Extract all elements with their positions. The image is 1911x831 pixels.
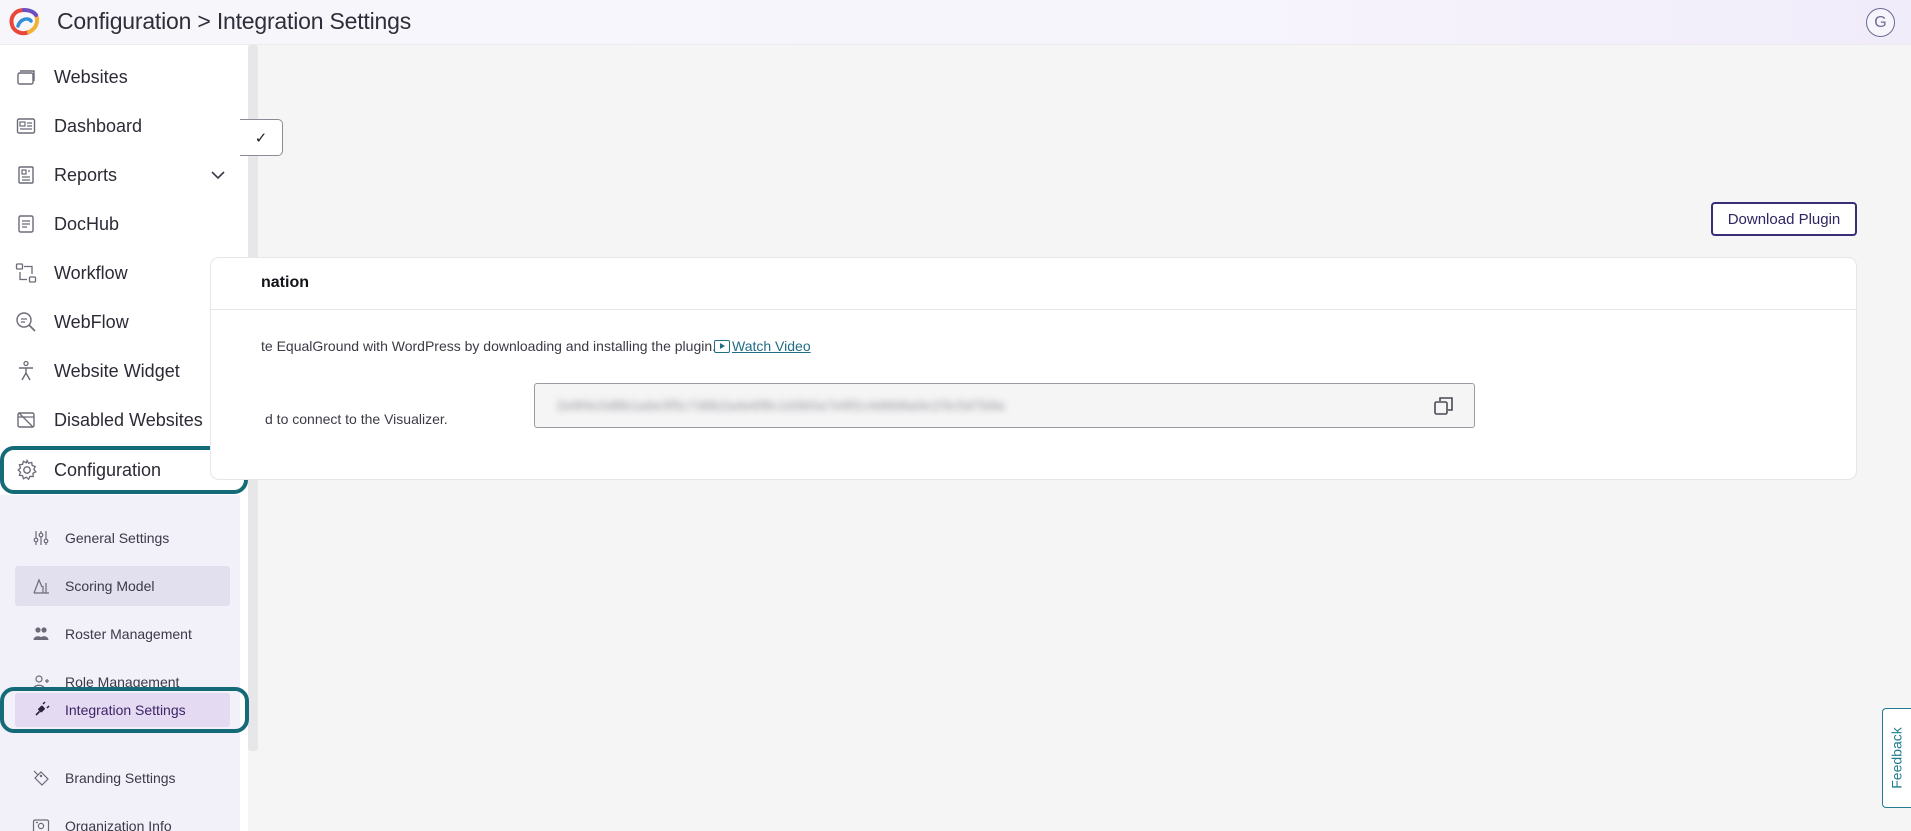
submenu-item-label: General Settings (65, 530, 170, 546)
sidebar-item-label: Website Widget (54, 360, 180, 381)
chevron-down-icon[interactable] (208, 165, 228, 185)
submenu-item-organization-info[interactable]: Organization Info (15, 806, 230, 831)
api-key-value: 2e9f4c0d8b1a6e3f5c7d9b2a4e6f8c1d3b5a7e9f… (557, 398, 1006, 413)
sidebar-item-dashboard[interactable]: Dashboard (0, 104, 248, 148)
submenu-item-label: Organization Info (65, 818, 172, 831)
api-key-field[interactable]: 2e9f4c0d8b1a6e3f5c7d9b2a4e6f8c1d3b5a7e9f… (534, 383, 1475, 428)
sidebar-item-reports[interactable]: Reports (0, 153, 248, 197)
integration-card: nation te EqualGround with WordPress by … (210, 257, 1857, 480)
websites-icon (15, 66, 37, 88)
feedback-label: Feedback (1889, 727, 1906, 789)
copy-icon[interactable] (1433, 395, 1455, 417)
active-item-highlight: Integration Settings (0, 687, 249, 733)
key-hint: d to connect to the Visualizer. (265, 411, 448, 427)
submenu-item-scoring-model[interactable]: Scoring Model (15, 566, 230, 606)
submenu-item-label: Integration Settings (65, 702, 186, 718)
watch-video-label: Watch Video (732, 338, 811, 354)
submenu-item-roster-management[interactable]: Roster Management (15, 614, 230, 654)
sidebar-item-label: Disabled Websites (54, 409, 203, 430)
submenu-item-label: Roster Management (65, 626, 192, 642)
submenu-item-integration-settings[interactable]: Integration Settings (15, 693, 230, 727)
card-title: nation (261, 274, 309, 291)
sidebar-item-label: Websites (54, 66, 128, 87)
organization-icon (32, 817, 50, 831)
branding-icon (32, 769, 50, 787)
widget-icon (15, 360, 37, 382)
card-header: nation (211, 258, 1856, 310)
submenu-item-label: Branding Settings (65, 770, 176, 786)
scoring-icon (32, 577, 50, 595)
feedback-tab[interactable]: Feedback (1882, 708, 1911, 808)
webflow-icon (15, 311, 37, 333)
submenu-item-label: Scoring Model (65, 578, 155, 594)
sidebar-item-label: Configuration (54, 459, 162, 480)
dashboard-icon (15, 115, 37, 137)
sidebar-item-label: Workflow (54, 262, 128, 283)
submenu-item-general-settings[interactable]: General Settings (15, 518, 230, 558)
reports-icon (15, 164, 37, 186)
download-plugin-button[interactable]: Download Plugin (1711, 202, 1857, 236)
watch-video-link[interactable]: Watch Video (714, 338, 811, 354)
workflow-icon (15, 262, 37, 284)
video-icon (714, 339, 730, 353)
submenu-item-branding-settings[interactable]: Branding Settings (15, 758, 230, 798)
sidebar-item-websites[interactable]: Websites (0, 55, 248, 99)
page-title: Configuration > Integration Settings (57, 8, 412, 34)
disabled-websites-icon (15, 409, 37, 431)
plug-icon (32, 701, 50, 719)
sidebar-item-dochub[interactable]: DocHub (0, 202, 248, 246)
sidebar-item-label: DocHub (54, 213, 120, 234)
sidebar-item-label: Dashboard (54, 115, 143, 136)
check-icon: ✓ (254, 129, 268, 147)
gear-icon (16, 459, 38, 481)
top-bar: Configuration > Integration Settings G (0, 0, 1911, 45)
sliders-icon (32, 529, 50, 547)
sidebar-item-label: WebFlow (54, 311, 129, 332)
app-logo-icon[interactable] (6, 6, 42, 38)
selector-dropdown[interactable]: ✓ (240, 119, 283, 156)
user-avatar[interactable]: G (1866, 8, 1895, 37)
roster-icon (32, 625, 50, 643)
card-description: te EqualGround with WordPress by downloa… (261, 338, 717, 354)
dochub-icon (15, 213, 37, 235)
sidebar-item-label: Reports (54, 164, 118, 185)
configuration-submenu: General Settings Scoring Model Roster Ma… (0, 495, 240, 831)
